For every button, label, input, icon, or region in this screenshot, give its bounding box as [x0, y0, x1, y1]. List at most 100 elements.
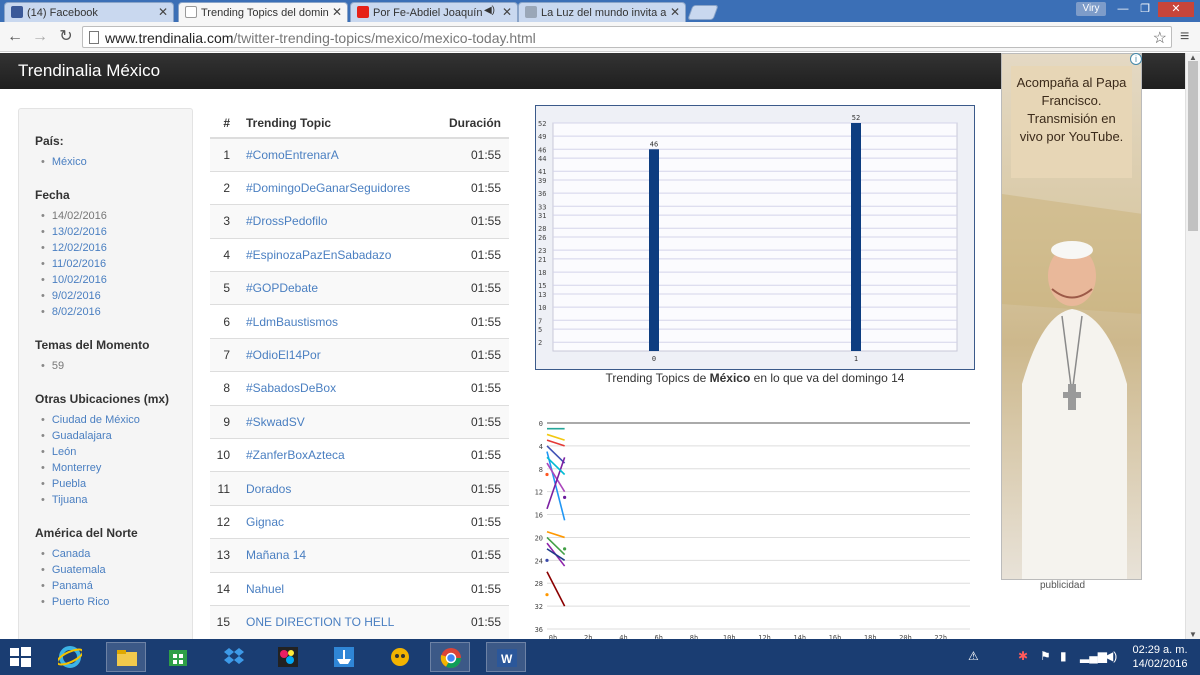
tray-signal-icon[interactable]: ▂▄▆ [1080, 649, 1107, 663]
taskbar-word[interactable]: W [486, 642, 526, 672]
page-scrollbar[interactable]: ▲ ▼ [1185, 53, 1200, 639]
new-tab-button[interactable] [687, 5, 719, 20]
close-icon[interactable]: ✕ [158, 5, 168, 19]
row-rank: 3 [210, 204, 246, 239]
forward-arrow-icon[interactable]: → [30, 27, 50, 47]
col-duration-header: Duración [448, 108, 509, 139]
temas-list: 59 [35, 358, 192, 374]
address-bar[interactable]: www.trendinalia.com/twitter-trending-top… [82, 26, 1172, 48]
fecha-item[interactable]: 8/02/2016 [41, 304, 192, 320]
taskbar-ie[interactable] [50, 642, 90, 672]
america-item[interactable]: Guatemala [41, 562, 192, 578]
ie-icon [58, 646, 82, 668]
row-topic-link[interactable]: #DomingoDeGanarSeguidores [246, 170, 449, 205]
row-topic-link[interactable]: #SabadosDeBox [246, 371, 449, 406]
taskbar-app-ship[interactable] [324, 642, 364, 672]
x-tick-label: 0 [652, 355, 656, 363]
row-topic-link[interactable]: #DrossPedofilo [246, 204, 449, 239]
reload-icon[interactable]: ↻ [56, 27, 76, 47]
america-item[interactable]: Panamá [41, 578, 192, 594]
row-topic-link[interactable]: Mañana 14 [246, 538, 449, 573]
otras-item[interactable]: Puebla [41, 476, 192, 492]
close-icon[interactable]: ✕ [502, 5, 512, 19]
site-brand[interactable]: Trendinalia México [18, 61, 160, 81]
row-topic-link[interactable]: #LdmBaustismos [246, 304, 449, 339]
y-tick-label: 13 [538, 291, 546, 299]
bar-value-label: 52 [852, 114, 860, 122]
row-duration: 01:55 [448, 137, 509, 172]
row-duration: 01:55 [448, 438, 509, 472]
fecha-item[interactable]: 9/02/2016 [41, 288, 192, 304]
row-topic-link[interactable]: #EspinozaPazEnSabadazo [246, 237, 449, 272]
profile-button[interactable]: Viry [1076, 2, 1106, 16]
row-topic-link[interactable]: #ZanferBoxAzteca [246, 438, 449, 472]
row-rank: 1 [210, 137, 246, 172]
america-item[interactable]: Puerto Rico [41, 594, 192, 610]
y-tick-label: 52 [538, 120, 546, 128]
taskbar-clock[interactable]: 02:29 a. m. 14/02/2016 [1125, 643, 1195, 671]
scroll-thumb[interactable] [1188, 61, 1198, 231]
fecha-item[interactable]: 10/02/2016 [41, 272, 192, 288]
ad-info-icon[interactable]: i [1130, 53, 1142, 65]
fecha-item[interactable]: 13/02/2016 [41, 224, 192, 240]
back-arrow-icon[interactable]: ← [5, 27, 25, 47]
pais-item[interactable]: México [41, 154, 192, 170]
row-duration: 01:55 [448, 337, 509, 372]
row-duration: 01:55 [448, 204, 509, 239]
ad-banner[interactable]: Acompaña al Papa Francisco. Transmisión … [1001, 53, 1142, 580]
row-topic-link[interactable]: #GOPDebate [246, 271, 449, 305]
row-topic-link[interactable]: Dorados [246, 471, 449, 506]
row-duration: 01:55 [448, 371, 509, 406]
start-button[interactable] [0, 642, 40, 672]
row-rank: 13 [210, 538, 246, 573]
bar-chart: 2571013151821232628313336394144464952460… [535, 105, 975, 370]
y-tick-label: 0 [539, 420, 543, 428]
row-topic-link[interactable]: Nahuel [246, 571, 449, 606]
maximize-icon[interactable]: ❐ [1134, 2, 1156, 17]
close-icon[interactable]: ✕ [332, 5, 342, 19]
otras-item[interactable]: Tijuana [41, 492, 192, 508]
y-tick-label: 4 [539, 443, 543, 451]
taskbar-app-colorful[interactable] [268, 642, 308, 672]
fecha-item[interactable]: 11/02/2016 [41, 256, 192, 272]
taskbar-app-game[interactable] [380, 642, 420, 672]
tray-volume-icon[interactable]: ◀) [1104, 649, 1117, 663]
menu-icon[interactable]: ≡ [1180, 28, 1189, 46]
bookmark-star-icon[interactable]: ☆ [1153, 28, 1167, 48]
minimize-icon[interactable]: — [1112, 2, 1134, 17]
tray-network-status-icon[interactable]: ⚠ [968, 649, 979, 663]
taskbar-explorer[interactable] [106, 642, 146, 672]
row-topic-link[interactable]: #SkwadSV [246, 404, 449, 439]
row-duration: 01:55 [448, 237, 509, 272]
sidebar: País: México Fecha 14/02/201613/02/20161… [18, 108, 193, 639]
otras-item[interactable]: Guadalajara [41, 428, 192, 444]
tab-youtube[interactable]: Por Fe-Abdiel Joaquín ◀) ✕ [350, 2, 518, 22]
y-tick-label: 33 [538, 203, 546, 211]
row-topic-link[interactable]: #ComoEntrenarA [246, 137, 449, 172]
tray-battery-icon[interactable]: ▮ [1060, 649, 1067, 663]
row-topic-link[interactable]: #OdioEl14Por [246, 337, 449, 372]
tab-trendinalia[interactable]: Trending Topics del domin ✕ [178, 2, 348, 22]
taskbar-store[interactable] [158, 642, 198, 672]
tab-laluz[interactable]: La Luz del mundo invita a ✕ [518, 2, 686, 22]
close-window-icon[interactable]: ✕ [1158, 2, 1194, 17]
scroll-down-icon[interactable]: ▼ [1189, 630, 1197, 639]
otras-item[interactable]: León [41, 444, 192, 460]
fecha-item[interactable]: 12/02/2016 [41, 240, 192, 256]
otras-item[interactable]: Monterrey [41, 460, 192, 476]
row-topic-link[interactable]: ONE DIRECTION TO HELL [246, 604, 449, 639]
speaker-icon: ◀) [483, 5, 495, 16]
taskbar-chrome[interactable] [430, 642, 470, 672]
close-icon[interactable]: ✕ [670, 5, 680, 19]
taskbar-dropbox[interactable] [214, 642, 254, 672]
america-list: CanadaGuatemalaPanamáPuerto Rico [35, 546, 192, 610]
america-item[interactable]: Canada [41, 546, 192, 562]
row-topic-link[interactable]: Gignac [246, 504, 449, 539]
y-tick-label: 21 [538, 256, 546, 264]
tab-facebook[interactable]: (14) Facebook ✕ [4, 2, 174, 22]
series-line [546, 548, 566, 562]
tray-flag-icon[interactable]: ⚑ [1040, 649, 1051, 663]
word-icon: W [497, 649, 517, 667]
otras-item[interactable]: Ciudad de México [41, 412, 192, 428]
tray-app-icon[interactable]: ✱ [1018, 649, 1028, 663]
